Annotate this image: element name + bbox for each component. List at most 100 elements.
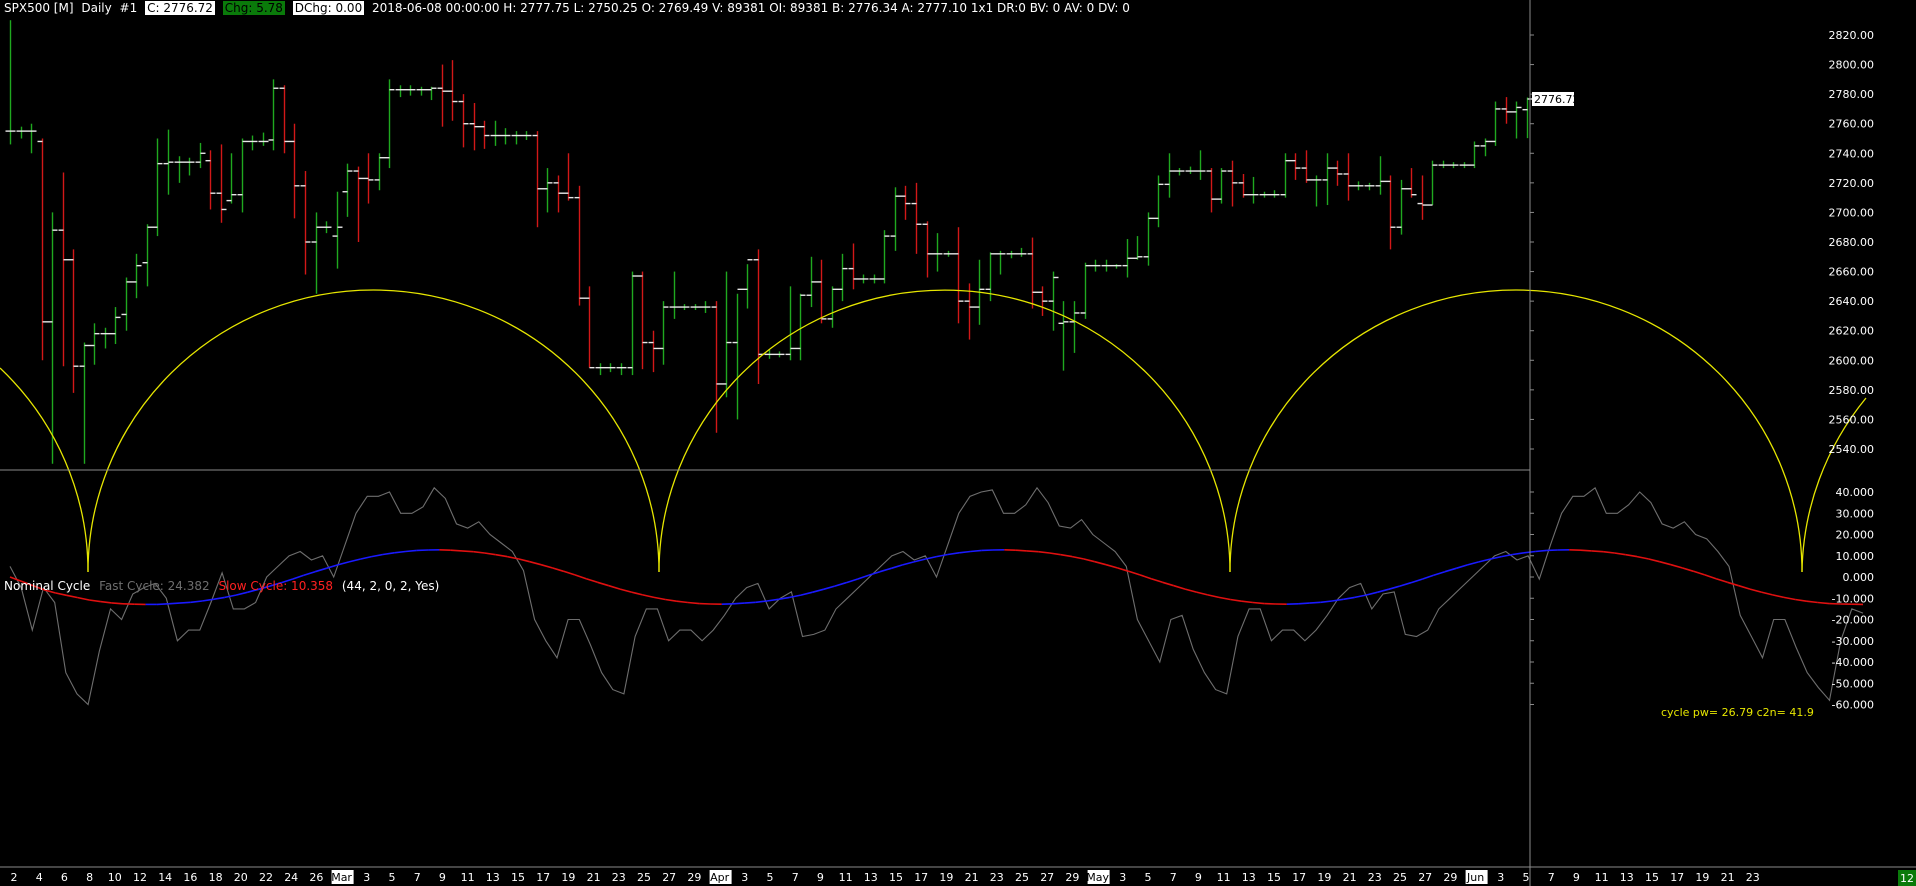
slow-cycle-segment xyxy=(744,601,756,604)
slow-cycle-segment xyxy=(1298,602,1310,605)
time-tick-label: 29 xyxy=(1065,871,1079,884)
time-tick-label: 5 xyxy=(389,871,396,884)
time-tick-label: 17 xyxy=(1292,871,1306,884)
corner-badge-label: 12 xyxy=(1900,872,1914,885)
slow-cycle-segment xyxy=(405,549,417,553)
slow-cycle-segment xyxy=(1580,549,1592,552)
ind-tick-label: -20.000 xyxy=(1832,614,1874,627)
time-tick-label: 11 xyxy=(461,871,475,884)
slow-cycle-segment xyxy=(1591,550,1604,553)
time-tick-label: 18 xyxy=(209,871,223,884)
time-tick-label: 25 xyxy=(1015,871,1029,884)
time-tick-label: 5 xyxy=(767,871,774,884)
time-tick-label: 5 xyxy=(1145,871,1152,884)
time-tick-label: Jun xyxy=(1466,871,1484,884)
time-tick-label: 7 xyxy=(1548,871,1555,884)
slow-cycle-segment xyxy=(687,601,700,605)
time-tick-label: 21 xyxy=(1343,871,1357,884)
time-tick-label: 19 xyxy=(1695,871,1709,884)
price-tick-label: 2780.00 xyxy=(1829,88,1875,101)
time-tick-label: 7 xyxy=(414,871,421,884)
slow-cycle-segment xyxy=(733,602,745,605)
time-tick-label: 21 xyxy=(587,871,601,884)
slow-cycle-segment xyxy=(179,601,191,604)
dchange-value: DChg: 0.00 xyxy=(292,1,365,15)
time-tick-label: 15 xyxy=(511,871,525,884)
time-tick-label: 13 xyxy=(486,871,500,884)
time-tick-label: 3 xyxy=(741,871,748,884)
indicator-params: (44, 2, 0, 2, Yes) xyxy=(341,579,440,593)
time-tick-label: 3 xyxy=(1497,871,1504,884)
symbol-label[interactable]: SPX500 [M] xyxy=(4,1,74,15)
time-tick-label: 8 xyxy=(86,871,93,884)
price-tick-label: 2820.00 xyxy=(1829,29,1875,42)
time-tick-label: 21 xyxy=(965,871,979,884)
ind-tick-label: -10.000 xyxy=(1832,592,1874,605)
ind-tick-label: 40.000 xyxy=(1836,486,1875,499)
time-tick-label: 13 xyxy=(1242,871,1256,884)
slow-cycle-segment xyxy=(461,550,474,553)
time-tick-label: 19 xyxy=(1317,871,1331,884)
time-tick-label: 17 xyxy=(536,871,550,884)
time-tick-label: 11 xyxy=(839,871,853,884)
price-tick-label: 2800.00 xyxy=(1829,59,1875,72)
time-tick-label: 17 xyxy=(1670,871,1684,884)
time-tick-label: 9 xyxy=(817,871,824,884)
slow-cycle-segment xyxy=(970,549,982,553)
time-tick-label: 12 xyxy=(133,871,147,884)
time-tick-label: 9 xyxy=(1573,871,1580,884)
indicator-header: Nominal Cycle Fast Cycle: 24.382 Slow Cy… xyxy=(4,578,444,594)
bar-info: 2018-06-08 00:00:00 H: 2777.75 L: 2750.2… xyxy=(372,1,1130,15)
time-tick-label: 27 xyxy=(1418,871,1432,884)
price-tick-label: 2740.00 xyxy=(1829,147,1875,160)
slow-cycle-label: Slow Cycle: 10.358 xyxy=(218,579,334,593)
time-tick-label: 13 xyxy=(864,871,878,884)
time-tick-label: 26 xyxy=(309,871,323,884)
slow-cycle-segment xyxy=(450,549,463,552)
time-tick-label: Mar xyxy=(331,871,352,884)
time-tick-label: 5 xyxy=(1523,871,1530,884)
time-tick-label: 4 xyxy=(36,871,43,884)
slow-cycle-segment xyxy=(111,602,124,605)
ind-tick-label: -60.000 xyxy=(1832,699,1874,712)
time-tick-label: 9 xyxy=(1195,871,1202,884)
time-tick-label: 13 xyxy=(1620,871,1634,884)
time-tick-label: 24 xyxy=(284,871,298,884)
indicator-name[interactable]: Nominal Cycle xyxy=(4,579,90,593)
slow-cycle-segment xyxy=(168,602,180,605)
time-tick-label: 23 xyxy=(1746,871,1760,884)
time-tick-label: 17 xyxy=(914,871,928,884)
time-tick-label: 25 xyxy=(1393,871,1407,884)
time-tick-label: 20 xyxy=(234,871,248,884)
ind-tick-label: -40.000 xyxy=(1832,656,1874,669)
time-tick-label: 15 xyxy=(1645,871,1659,884)
time-tick-label: 23 xyxy=(612,871,626,884)
slow-cycle-segment xyxy=(1535,549,1547,553)
time-tick-label: 25 xyxy=(637,871,651,884)
time-tick-label: 2 xyxy=(11,871,18,884)
time-tick-label: 7 xyxy=(792,871,799,884)
price-tick-label: 2580.00 xyxy=(1829,384,1875,397)
ind-tick-label: -30.000 xyxy=(1832,635,1874,648)
time-tick-label: Apr xyxy=(710,871,730,884)
time-tick-label: 29 xyxy=(687,871,701,884)
ind-tick-label: 0.000 xyxy=(1843,571,1875,584)
price-tick-label: 2640.00 xyxy=(1829,295,1875,308)
ind-tick-label: 20.000 xyxy=(1836,529,1875,542)
price-tick-label: 2620.00 xyxy=(1829,325,1875,338)
ind-tick-label: 30.000 xyxy=(1836,507,1875,520)
price-tick-label: 2720.00 xyxy=(1829,177,1875,190)
price-tick-label: 2680.00 xyxy=(1829,236,1875,249)
time-tick-label: 19 xyxy=(561,871,575,884)
slow-cycle-segment xyxy=(156,603,169,606)
chart-canvas: cycle pw= 26.79 c2n= 41.9 2540.002560.00… xyxy=(0,0,1916,886)
slow-cycle-segment xyxy=(1252,601,1265,605)
cycle-stats-label: cycle pw= 26.79 c2n= 41.9 xyxy=(1661,706,1814,719)
time-tick-label: 27 xyxy=(1040,871,1054,884)
ind-tick-label: -50.000 xyxy=(1832,677,1874,690)
price-tick-label: 2760.00 xyxy=(1829,118,1875,131)
interval-label[interactable]: Daily xyxy=(81,1,111,15)
time-tick-label: 3 xyxy=(1119,871,1126,884)
slow-cycle-segment xyxy=(1817,601,1830,605)
price-tick-label: 2540.00 xyxy=(1829,443,1875,456)
